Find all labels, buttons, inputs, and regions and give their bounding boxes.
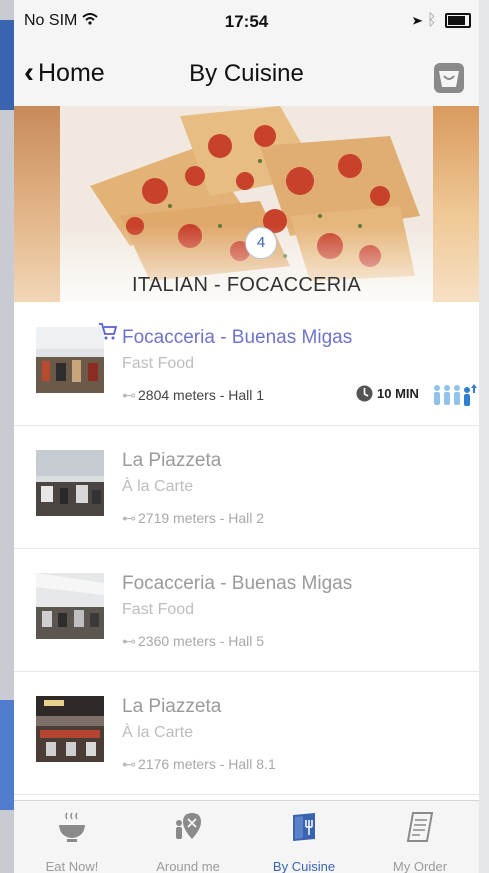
clock-icon: [356, 385, 373, 402]
basket-icon: [434, 63, 464, 93]
restaurant-distance: ⊷ 2719 meters - Hall 2: [122, 510, 264, 527]
map-pin-icon: [176, 813, 201, 839]
restaurant-name: La Piazzeta: [122, 450, 222, 471]
clock-time: 17:54: [224, 12, 269, 31]
receipt-icon: [406, 812, 434, 842]
distance-key-icon: ⊷: [122, 387, 136, 403]
page-title: By Cuisine: [189, 60, 304, 87]
tab-around-me[interactable]: Around me: [130, 801, 246, 873]
restaurant-name: Focacceria - Buenas Migas: [122, 327, 353, 348]
restaurant-type: À la Carte: [122, 724, 194, 741]
restaurant-thumbnail: [36, 573, 104, 639]
edge-decoration: [0, 20, 14, 110]
phone-screen: No SIM 17:54 ➤ ᛒ ‹ Home By Cuisine 4 ITA…: [14, 0, 479, 873]
tab-label: By Cuisine: [272, 859, 336, 873]
cuisine-caption: ITALIAN - FOCACCERIA: [132, 274, 361, 296]
bluetooth-icon: ᛒ: [426, 12, 437, 29]
status-icons: ➤ ᛒ: [413, 12, 471, 30]
right-edge-strip: [479, 0, 489, 873]
restaurant-type: À la Carte: [122, 478, 194, 495]
tab-eat-now[interactable]: Eat Now!: [14, 801, 130, 873]
tab-by-cuisine[interactable]: By Cuisine: [246, 801, 362, 873]
status-bar: No SIM 17:54 ➤ ᛒ: [14, 0, 479, 40]
tab-label: Around me: [156, 859, 220, 873]
list-item[interactable]: Focacceria - Buenas Migas Fast Food ⊷ 236…: [14, 549, 479, 672]
restaurant-distance: ⊷ 2804 meters - Hall 1: [122, 387, 264, 404]
restaurant-type: Fast Food: [122, 601, 195, 618]
restaurant-thumbnail: [36, 696, 104, 762]
navigation-bar: ‹ Home By Cuisine: [14, 40, 479, 107]
distance-text: 2719 meters - Hall 2: [138, 510, 265, 526]
restaurant-thumbnail: [36, 327, 104, 393]
tab-label: My Order: [392, 859, 448, 873]
restaurant-thumbnail: [36, 450, 104, 516]
restaurant-name: Focacceria - Buenas Migas: [122, 573, 353, 594]
queue-people-icon: [434, 384, 477, 406]
distance-key-icon: ⊷: [122, 633, 136, 649]
distance-text: 2360 meters - Hall 5: [138, 633, 265, 649]
restaurant-list: Focacceria - Buenas Migas Fast Food ⊷ 280…: [14, 303, 479, 795]
list-item[interactable]: La Piazzeta À la Carte ⊷ 2719 meters - Ha…: [14, 426, 479, 549]
battery-icon: [445, 13, 471, 29]
next-cuisine-image[interactable]: [433, 106, 479, 302]
distance-text: 2176 meters - Hall 8.1: [138, 756, 276, 772]
list-item[interactable]: La Piazzeta À la Carte ⊷ 2176 meters - Ha…: [14, 672, 479, 795]
restaurant-count-badge: 4: [245, 227, 277, 259]
basket-button[interactable]: [433, 62, 465, 94]
edge-decoration: [0, 700, 14, 810]
tab-my-order[interactable]: My Order: [362, 801, 478, 873]
restaurant-distance: ⊷ 2360 meters - Hall 5: [122, 633, 264, 650]
distance-text: 2804 meters - Hall 1: [138, 387, 265, 403]
cuisine-hero-carousel[interactable]: 4 ITALIAN - FOCACCERIA: [14, 106, 479, 302]
distance-key-icon: ⊷: [122, 756, 136, 772]
wait-time: 10 MIN: [356, 385, 419, 402]
left-edge-strip: [0, 0, 14, 873]
location-arrow-icon: ➤: [412, 12, 423, 29]
list-item[interactable]: Focacceria - Buenas Migas Fast Food ⊷ 280…: [14, 303, 479, 426]
restaurant-type: Fast Food: [122, 355, 195, 372]
tab-bar: Eat Now! Around me By Cuisine My Order: [14, 800, 479, 873]
tab-label: Eat Now!: [45, 859, 99, 873]
menu-book-icon: [293, 813, 315, 841]
distance-key-icon: ⊷: [122, 510, 136, 526]
wait-time-label: 10 MIN: [377, 386, 419, 401]
cart-icon: [99, 323, 118, 340]
bowl-icon: [59, 812, 85, 842]
previous-cuisine-image[interactable]: [14, 106, 60, 302]
restaurant-name: La Piazzeta: [122, 696, 222, 717]
restaurant-distance: ⊷ 2176 meters - Hall 8.1: [122, 756, 276, 773]
